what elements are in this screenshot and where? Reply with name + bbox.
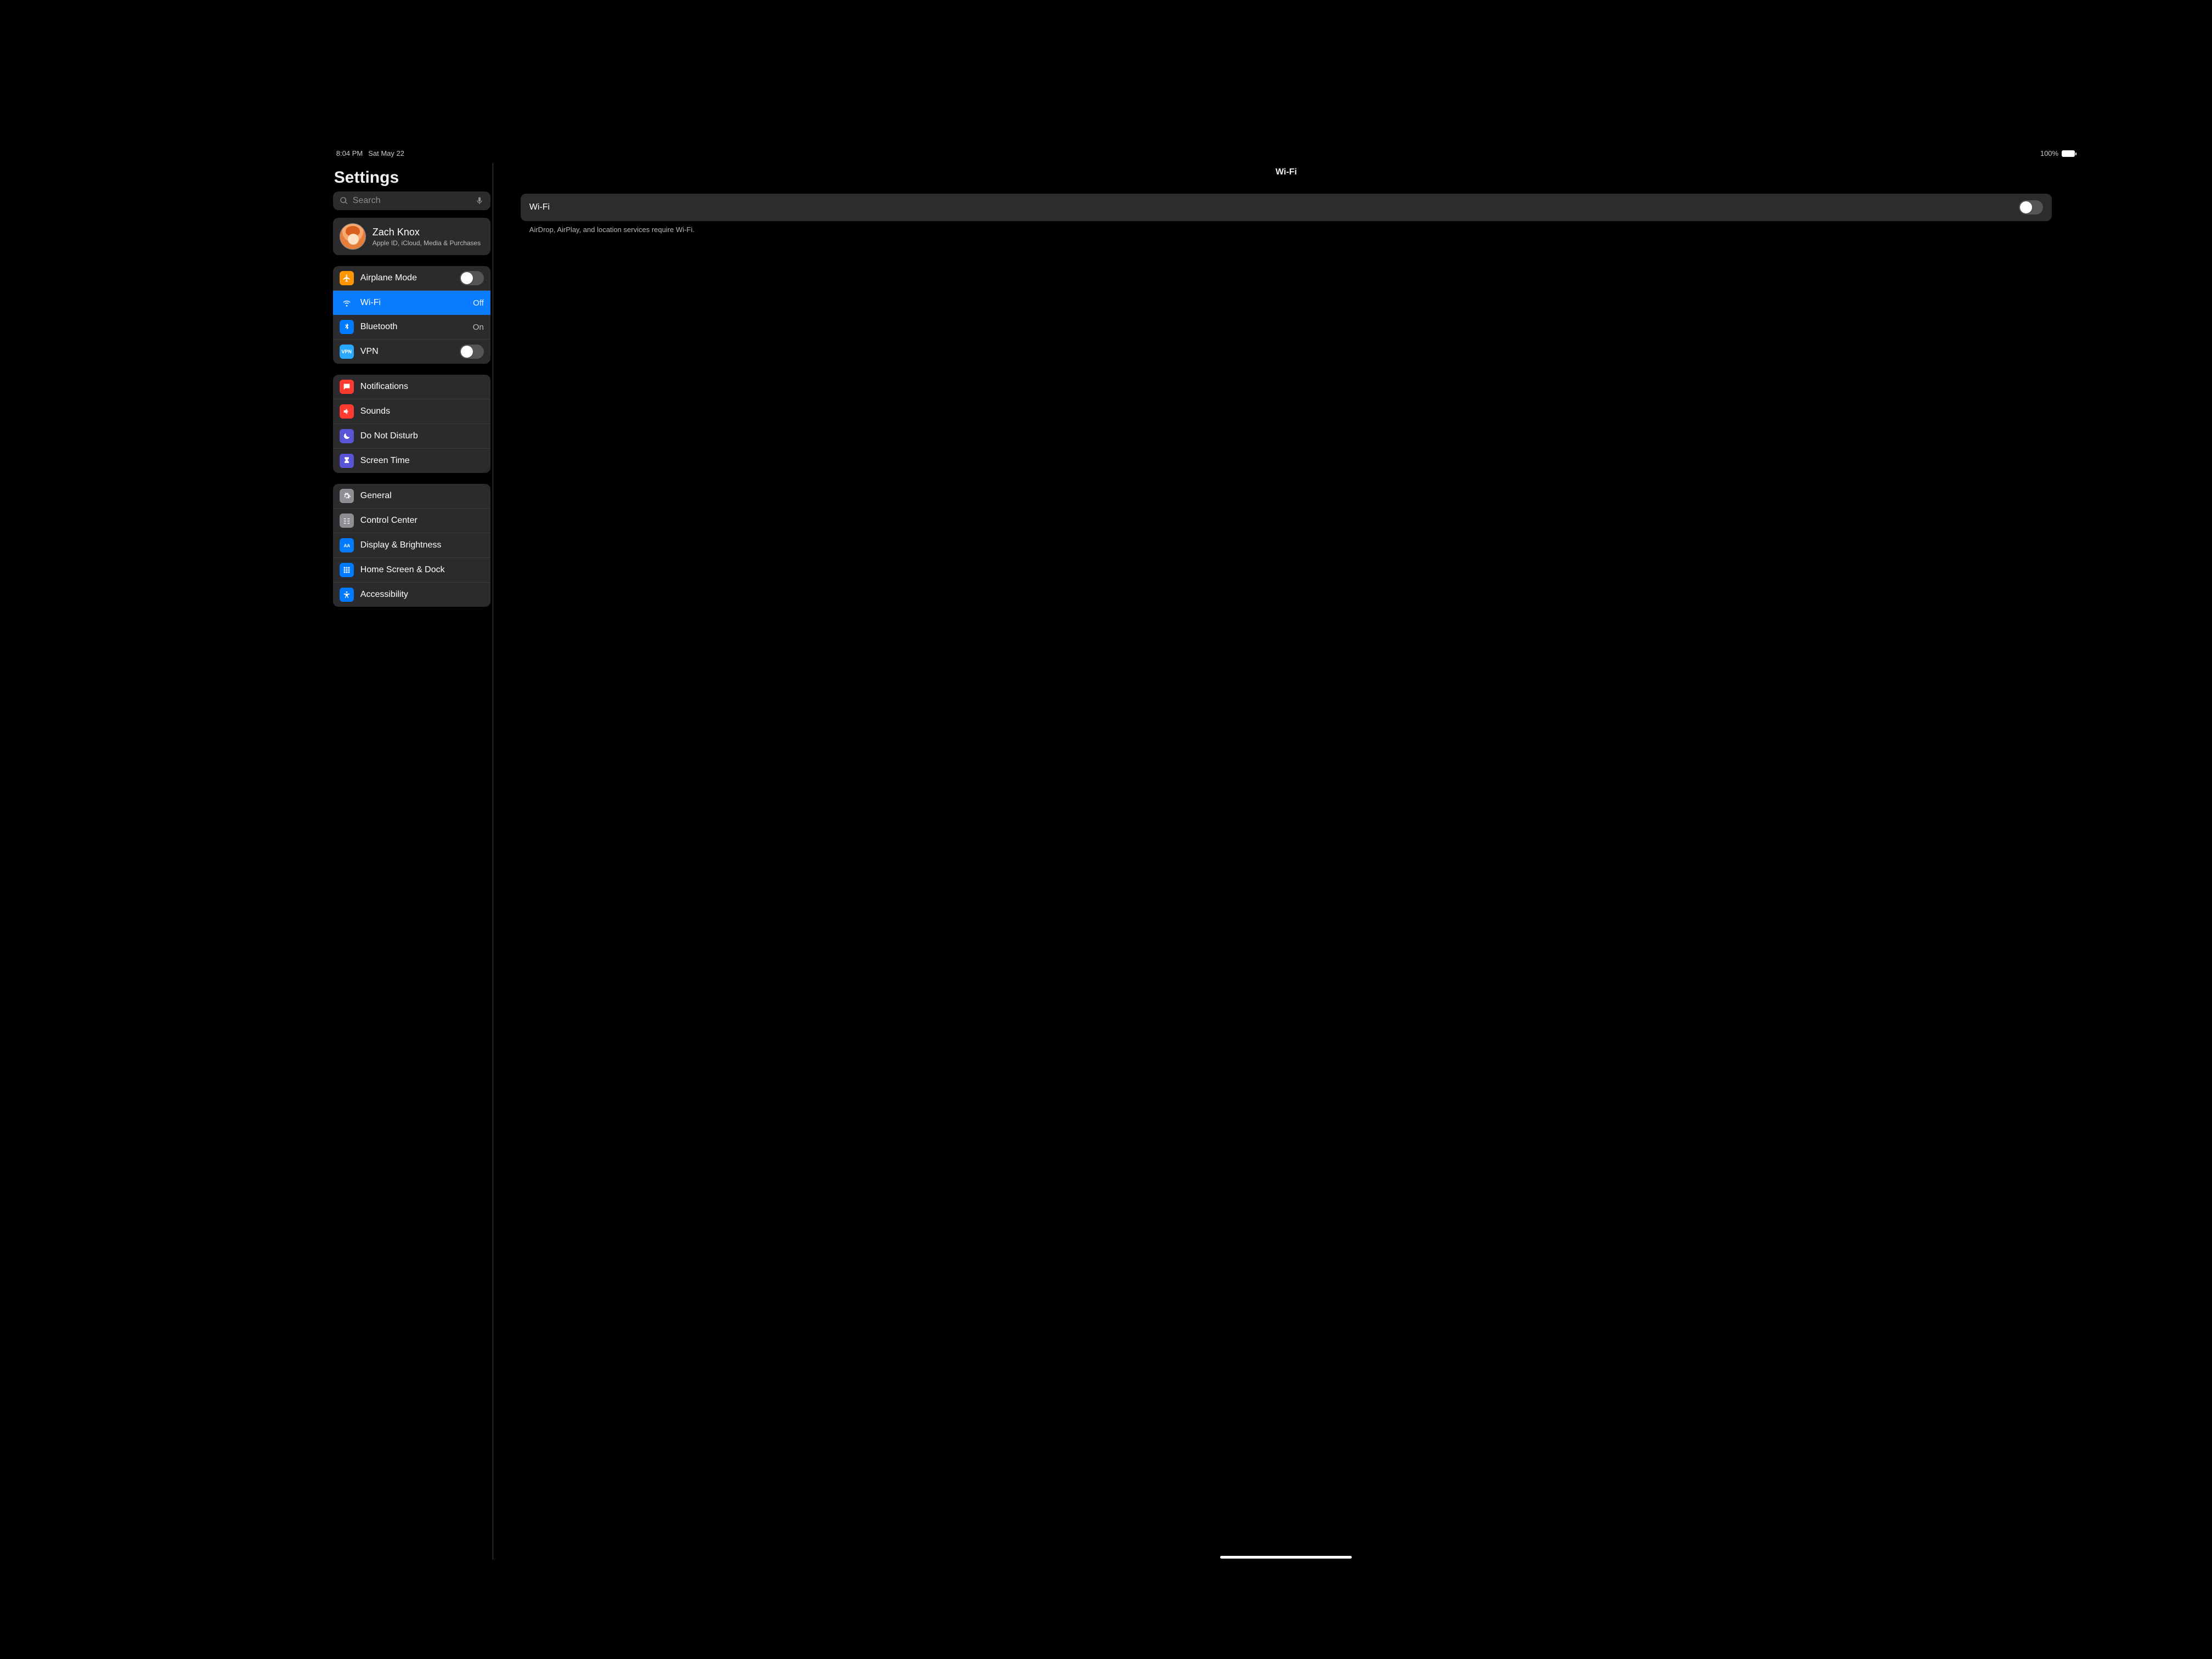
sidebar-item-label: VPN <box>360 347 453 357</box>
wifi-card: Wi-Fi <box>521 194 2052 221</box>
sidebar-item-control-center[interactable]: Control Center <box>333 508 490 533</box>
sidebar-item-label: Notifications <box>360 382 484 392</box>
sidebar-item-label: Accessibility <box>360 590 484 600</box>
sidebar-item-label: Display & Brightness <box>360 540 484 550</box>
page-title: Settings <box>334 168 492 187</box>
wifi-toggle[interactable] <box>2019 200 2043 215</box>
wifi-icon <box>340 296 354 310</box>
grid-icon <box>340 563 354 577</box>
sidebar-item-label: Control Center <box>360 516 484 526</box>
bluetooth-status: On <box>473 323 484 332</box>
dictate-icon[interactable] <box>475 196 484 205</box>
wifi-master-row[interactable]: Wi-Fi <box>521 194 2052 221</box>
sidebar-item-bluetooth[interactable]: Bluetooth On <box>333 315 490 339</box>
search-icon <box>340 196 348 205</box>
sidebar-item-airplane-mode[interactable]: Airplane Mode <box>333 266 490 290</box>
account-name: Zach Knox <box>373 227 481 238</box>
sidebar-item-sounds[interactable]: Sounds <box>333 399 490 424</box>
wifi-footer-text: AirDrop, AirPlay, and location services … <box>504 221 2068 234</box>
apple-id-card[interactable]: Zach Knox Apple ID, iCloud, Media & Purc… <box>333 218 490 255</box>
sidebar-item-display-brightness[interactable]: AA Display & Brightness <box>333 533 490 557</box>
svg-text:AA: AA <box>343 543 350 548</box>
status-bar: 8:04 PM Sat May 22 100% <box>332 149 2079 163</box>
account-subtitle: Apple ID, iCloud, Media & Purchases <box>373 239 481 247</box>
settings-screen: 8:04 PM Sat May 22 100% Settings Zach Kn… <box>332 149 2079 1559</box>
system-group: General Control Center AA Display & Brig… <box>333 484 490 607</box>
wifi-row-label: Wi-Fi <box>529 202 550 212</box>
gear-icon <box>340 489 354 503</box>
hourglass-icon <box>340 454 354 468</box>
vpn-icon: VPN <box>340 345 354 359</box>
sidebar-item-accessibility[interactable]: Accessibility <box>333 582 490 607</box>
sidebar-item-label: Bluetooth <box>360 322 466 332</box>
wifi-status: Off <box>473 298 484 308</box>
display-icon: AA <box>340 538 354 552</box>
status-time: 8:04 PM <box>336 149 363 157</box>
sounds-icon <box>340 404 354 419</box>
sidebar-item-label: Screen Time <box>360 456 484 466</box>
sidebar-item-vpn[interactable]: VPN VPN <box>333 339 490 364</box>
sidebar-item-do-not-disturb[interactable]: Do Not Disturb <box>333 424 490 448</box>
settings-sidebar[interactable]: Settings Zach Knox Apple ID, iCloud, Med… <box>332 163 493 1559</box>
accessibility-icon <box>340 588 354 602</box>
avatar <box>340 223 366 250</box>
battery-percentage: 100% <box>2040 149 2058 157</box>
sidebar-item-home-screen-dock[interactable]: Home Screen & Dock <box>333 557 490 582</box>
detail-pane: Wi-Fi Wi-Fi AirDrop, AirPlay, and locati… <box>493 163 2079 1559</box>
sidebar-item-label: Do Not Disturb <box>360 431 484 441</box>
sidebar-item-general[interactable]: General <box>333 484 490 508</box>
sidebar-item-label: Wi-Fi <box>360 298 466 308</box>
moon-icon <box>340 429 354 443</box>
alerts-group: Notifications Sounds Do Not Disturb Scre… <box>333 375 490 473</box>
home-indicator[interactable] <box>1220 1556 1352 1559</box>
status-date: Sat May 22 <box>368 149 404 157</box>
sidebar-item-screen-time[interactable]: Screen Time <box>333 448 490 473</box>
control-center-icon <box>340 514 354 528</box>
vpn-toggle[interactable] <box>460 345 484 359</box>
airplane-icon <box>340 271 354 285</box>
sidebar-item-label: Sounds <box>360 407 484 416</box>
bluetooth-icon <box>340 320 354 334</box>
battery-icon <box>2062 150 2075 157</box>
detail-title: Wi-Fi <box>504 163 2068 194</box>
sidebar-item-label: Airplane Mode <box>360 273 453 283</box>
sidebar-item-label: General <box>360 491 484 501</box>
sidebar-item-wifi[interactable]: Wi-Fi Off <box>333 290 490 315</box>
search-input[interactable] <box>353 196 471 206</box>
sidebar-item-notifications[interactable]: Notifications <box>333 375 490 399</box>
search-field[interactable] <box>333 191 490 210</box>
notifications-icon <box>340 380 354 394</box>
sidebar-item-label: Home Screen & Dock <box>360 565 484 575</box>
airplane-mode-toggle[interactable] <box>460 271 484 285</box>
connectivity-group: Airplane Mode Wi-Fi Off Bluetooth On VPN… <box>333 266 490 364</box>
